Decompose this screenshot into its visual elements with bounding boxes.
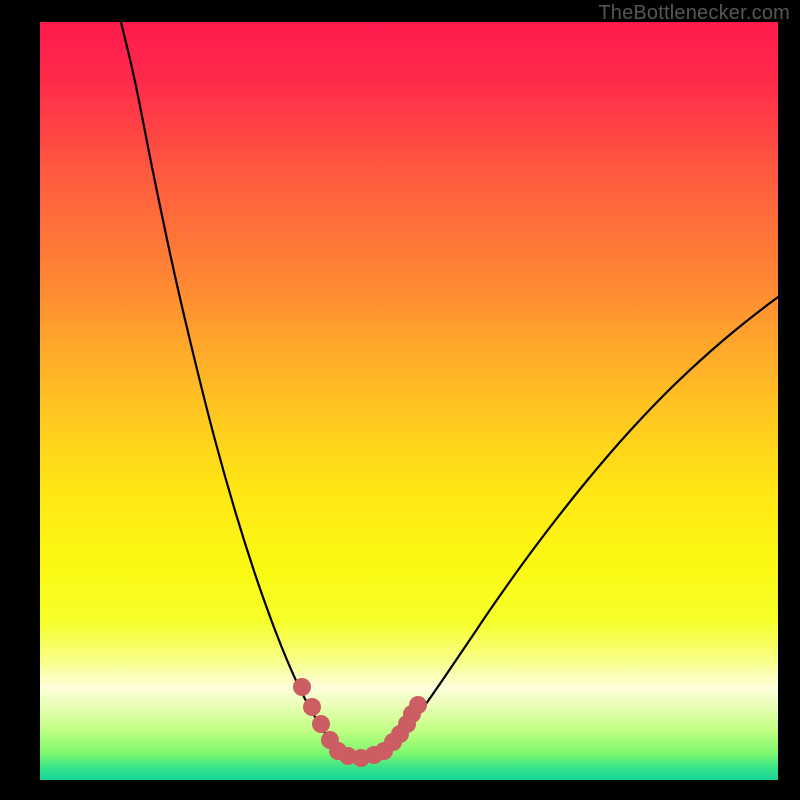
bottleneck-chart <box>40 22 778 780</box>
gradient-background <box>40 22 778 780</box>
curve-marker <box>293 678 311 696</box>
curve-marker <box>303 698 321 716</box>
plot-area <box>40 22 778 780</box>
curve-marker <box>409 696 427 714</box>
chart-frame: TheBottlenecker.com <box>0 0 800 800</box>
curve-marker <box>312 715 330 733</box>
